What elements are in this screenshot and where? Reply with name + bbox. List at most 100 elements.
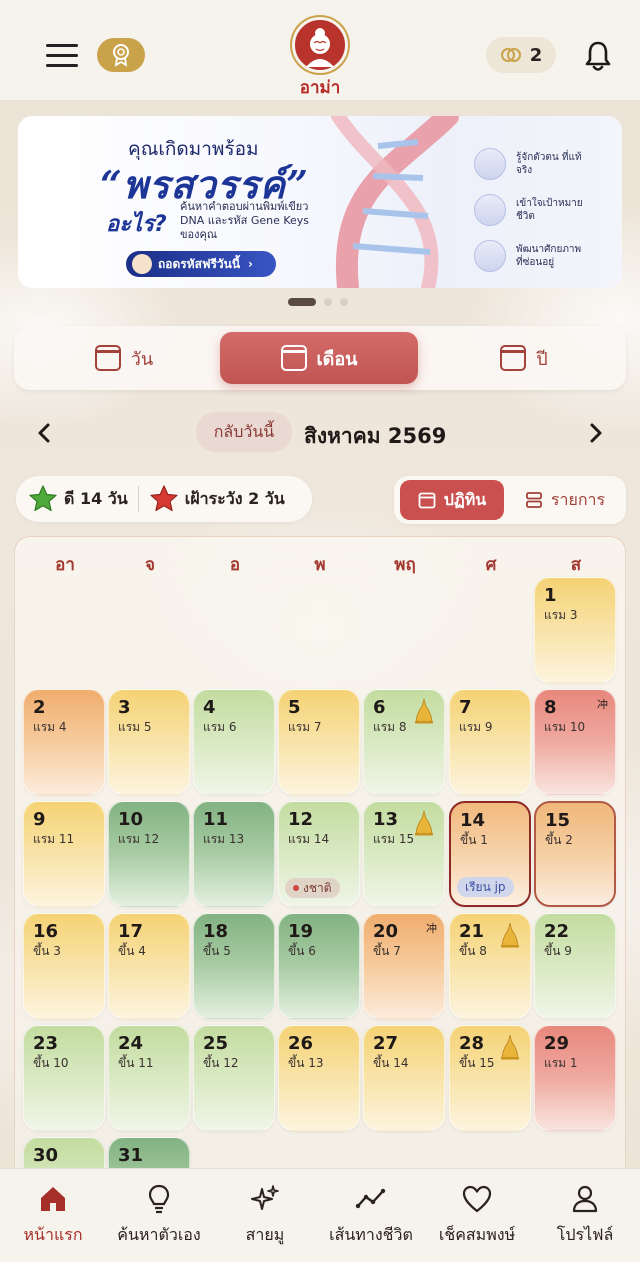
lunar-date: ขึ้น 14 bbox=[373, 1056, 409, 1070]
lunar-date: ขึ้น 1 bbox=[460, 833, 488, 847]
event-tag[interactable]: งชาติ bbox=[285, 878, 340, 898]
calendar-day-cell[interactable]: 4 แรม 6 bbox=[193, 689, 275, 795]
calendar-day-cell[interactable]: 26 ขึ้น 13 bbox=[278, 1025, 360, 1131]
nav-home[interactable]: หน้าแรก bbox=[0, 1183, 106, 1248]
menu-icon[interactable] bbox=[46, 44, 78, 68]
nav-profile[interactable]: โปรไฟล์ bbox=[532, 1183, 638, 1248]
calendar-day-cell[interactable]: 27 ขึ้น 14 bbox=[363, 1025, 445, 1131]
calendar-day-cell[interactable]: 24 ขึ้น 11 bbox=[108, 1025, 190, 1131]
lunar-date: ขึ้น 10 bbox=[33, 1056, 69, 1070]
lunar-date: แรม 4 bbox=[33, 720, 67, 734]
day-number: 12 bbox=[288, 809, 314, 830]
app-logo[interactable] bbox=[292, 17, 348, 73]
bell-icon[interactable] bbox=[584, 40, 612, 72]
event-tag[interactable]: เรียน jp bbox=[457, 877, 514, 897]
day-number: 10 bbox=[118, 809, 144, 830]
day-number: 31 bbox=[118, 1145, 144, 1166]
lunar-date: แรม 7 bbox=[288, 720, 322, 734]
calendar-day-cell[interactable]: 23 ขึ้น 10 bbox=[23, 1025, 105, 1131]
calendar-day-cell[interactable]: 19 ขึ้น 6 bbox=[278, 913, 360, 1019]
calendar-day-cell[interactable]: 10 แรม 12 bbox=[108, 801, 190, 907]
weekday-header: อา bbox=[55, 555, 75, 575]
ama-avatar-icon bbox=[306, 28, 334, 67]
calendar-day-cell[interactable]: 18 ขึ้น 5 bbox=[193, 913, 275, 1019]
chevron-right-icon bbox=[590, 423, 602, 443]
calendar-day-cell[interactable]: 21 ขึ้น 8 bbox=[449, 913, 531, 1019]
calendar-day-cell[interactable]: 8 แรม 10 冲 bbox=[534, 689, 616, 795]
day-number: 29 bbox=[544, 1033, 570, 1054]
banner-cta-button[interactable]: ถอดรหัสฟรีวันนี้ › bbox=[126, 251, 276, 277]
app-header: อาม่า 2 bbox=[0, 0, 640, 100]
banner-question: อะไร? bbox=[106, 212, 167, 237]
lunar-date: ขึ้น 3 bbox=[33, 944, 61, 958]
calendar-day-cell[interactable]: 13 แรม 15 bbox=[363, 801, 445, 907]
tab-day[interactable]: วัน bbox=[34, 332, 214, 384]
target-icon bbox=[474, 194, 506, 226]
list-icon bbox=[525, 492, 542, 508]
calendar-day-cell[interactable]: 1 แรม 3 bbox=[534, 577, 616, 683]
month-calendar-grid: อา จ อ พ พฤ ศ ส 1 แรม 3 2 แรม 4 3 แรม 5 4 แรม 6 5 แรม 7 6… bbox=[14, 536, 626, 1176]
carousel-dot-2[interactable] bbox=[324, 298, 332, 306]
calendar-day-cell[interactable]: 6 แรม 8 bbox=[363, 689, 445, 795]
calendar-month-icon bbox=[280, 345, 307, 371]
lunar-date: ขึ้น 6 bbox=[288, 944, 316, 958]
caution-days-count: เฝ้าระวัง 2 วัน bbox=[184, 488, 285, 508]
dna-helix-icon bbox=[331, 116, 459, 288]
list-layout-button[interactable]: รายการ bbox=[510, 480, 620, 520]
promo-banner[interactable]: คุณเกิดมาพร้อม “พรสวรรค์” อะไร? ค้นหาคำต… bbox=[18, 116, 622, 288]
calendar-day-cell[interactable]: 15 ขึ้น 2 bbox=[534, 801, 616, 907]
divider bbox=[137, 486, 139, 512]
calendar-day-cell[interactable]: 25 ขึ้น 12 bbox=[193, 1025, 275, 1131]
calendar-day-cell[interactable]: 5 แรม 7 bbox=[278, 689, 360, 795]
calendar-day-cell[interactable]: 16 ขึ้น 3 bbox=[23, 913, 105, 1019]
calendar-layout-button[interactable]: ปฏิทิน bbox=[400, 480, 504, 520]
back-to-today-button[interactable]: กลับวันนี้ bbox=[196, 412, 292, 452]
day-number: 27 bbox=[373, 1033, 399, 1054]
day-number: 4 bbox=[203, 697, 216, 718]
clash-marker: 冲 bbox=[426, 922, 437, 935]
nav-self-discovery[interactable]: ค้นหาตัวเอง bbox=[106, 1183, 212, 1248]
clash-marker: 冲 bbox=[597, 698, 608, 711]
calendar-day-cell[interactable]: 29 แรม 1 bbox=[534, 1025, 616, 1131]
lunar-date: แรม 1 bbox=[544, 1056, 578, 1070]
calendar-year-icon bbox=[500, 345, 527, 371]
lunar-date: แรม 6 bbox=[203, 720, 237, 734]
calendar-day-cell[interactable]: 7 แรม 9 bbox=[449, 689, 531, 795]
calendar-day-cell[interactable]: 14 ขึ้น 1 เรียน jp bbox=[449, 801, 531, 907]
calendar-day-cell[interactable]: 12 แรม 14 งชาติ bbox=[278, 801, 360, 907]
nav-life-path[interactable]: เส้นทางชีวิต bbox=[318, 1183, 424, 1248]
next-month-button[interactable] bbox=[588, 422, 608, 444]
carousel-indicator[interactable] bbox=[288, 298, 348, 306]
prev-month-button[interactable] bbox=[36, 422, 56, 444]
calendar-day-cell[interactable]: 20 ขึ้น 7冲 bbox=[363, 913, 445, 1019]
calendar-day-cell[interactable]: 28 ขึ้น 15 bbox=[449, 1025, 531, 1131]
day-number: 3 bbox=[118, 697, 131, 718]
lunar-date: ขึ้น 9 bbox=[544, 944, 572, 958]
lunar-date: ขึ้น 2 bbox=[545, 833, 573, 847]
day-number: 23 bbox=[33, 1033, 59, 1054]
carousel-dot-3[interactable] bbox=[340, 298, 348, 306]
coin-count: 2 bbox=[529, 44, 543, 66]
calendar-day-cell[interactable]: 2 แรม 4 bbox=[23, 689, 105, 795]
calendar-day-cell[interactable]: 17 ขึ้น 4 bbox=[108, 913, 190, 1019]
carousel-dot-1[interactable] bbox=[288, 298, 316, 306]
calendar-day-cell[interactable]: 9 แรม 11 bbox=[23, 801, 105, 907]
calendar-day-icon bbox=[94, 345, 121, 371]
day-number: 14 bbox=[460, 810, 486, 831]
nav-spiritual[interactable]: สายมู bbox=[212, 1183, 318, 1248]
buddha-day-icon bbox=[415, 810, 433, 836]
tab-year[interactable]: ปี bbox=[434, 332, 614, 384]
lunar-date: ขึ้น 7 bbox=[373, 944, 401, 958]
trend-line-icon bbox=[355, 1188, 386, 1209]
weekday-header: จ bbox=[145, 555, 155, 575]
banner-feature-3: พัฒนาศักยภาพ ที่ซ่อนอยู่ bbox=[474, 240, 588, 272]
calendar-day-cell[interactable]: 3 แรม 5 bbox=[108, 689, 190, 795]
buddha-day-icon bbox=[501, 1034, 519, 1060]
nav-compatibility[interactable]: เช็คสมพงษ์ bbox=[424, 1183, 530, 1248]
coin-balance[interactable]: 2 bbox=[486, 37, 556, 73]
calendar-day-cell[interactable]: 11 แรม 13 bbox=[193, 801, 275, 907]
tab-month[interactable]: เดือน bbox=[220, 332, 418, 384]
award-badge-button[interactable] bbox=[97, 38, 145, 72]
calendar-day-cell[interactable]: 22 ขึ้น 9 bbox=[534, 913, 616, 1019]
person-icon bbox=[474, 240, 506, 272]
